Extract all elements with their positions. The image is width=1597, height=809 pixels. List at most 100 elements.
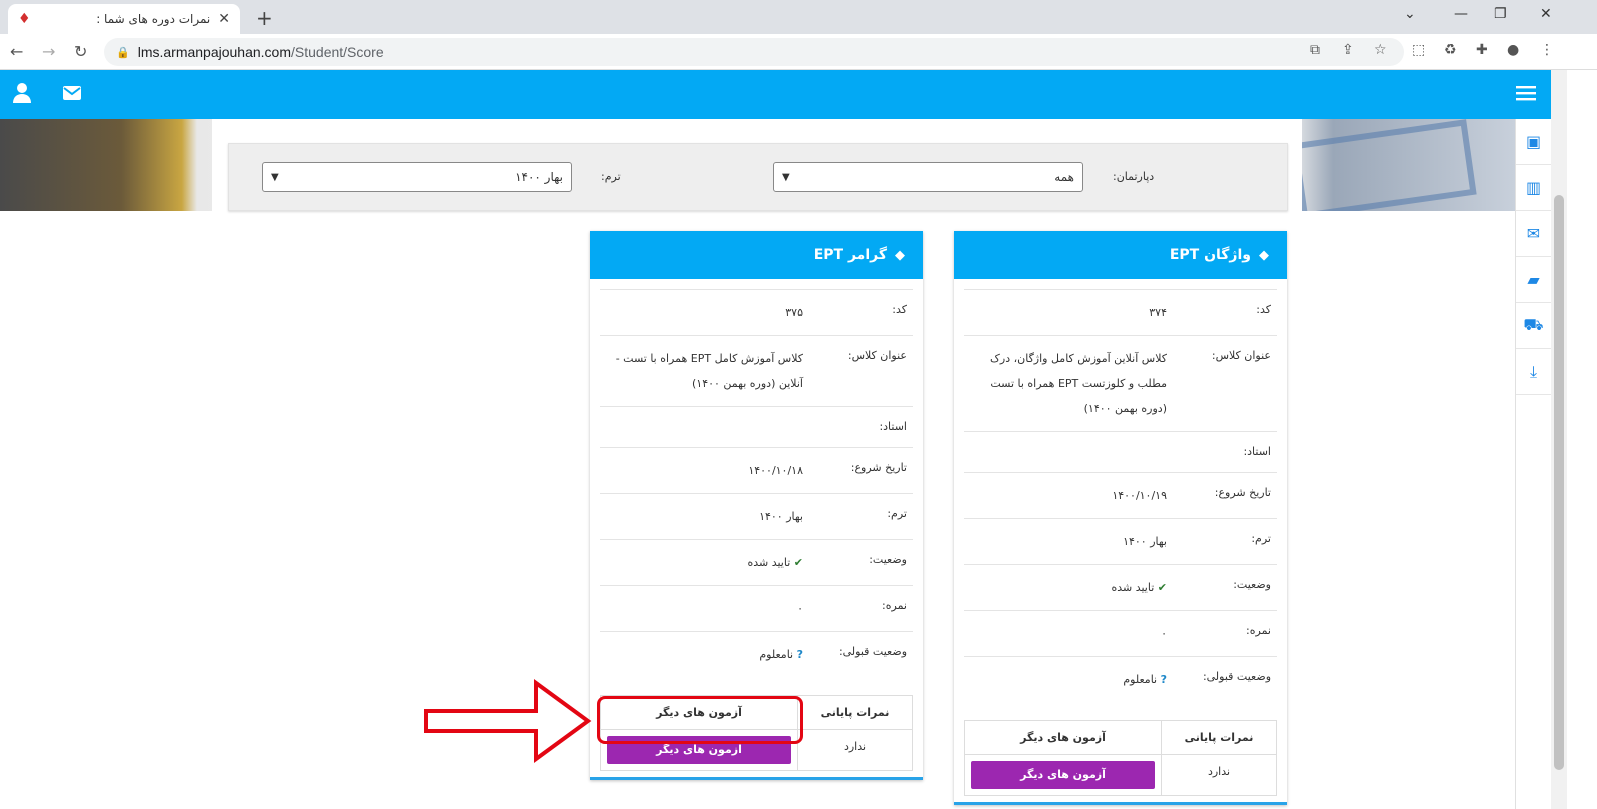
class-title-value: کلاس آنلاین آموزش کامل واژگان، درک مطلب … (990, 352, 1167, 415)
translate-icon[interactable]: ⧉ (1310, 42, 1320, 58)
app-header (0, 70, 1551, 119)
highlight-box (597, 696, 803, 744)
teacher-label: استاد: (879, 420, 907, 433)
back-icon[interactable]: ← (10, 42, 23, 61)
acceptance-row: وضعیت قبولی:? نامعلوم (600, 631, 913, 677)
other-exams-header: آزمون های دیگر (1020, 731, 1106, 744)
score-value: ۰ (797, 602, 803, 615)
term-row: ترم: بهار ۱۴۰۰ (600, 493, 913, 539)
side-nav-money-icon[interactable]: ▣ (1516, 119, 1551, 165)
other-exams-button[interactable]: آزمون های دیگر (971, 761, 1155, 789)
acceptance-label: وضعیت قبولی: (838, 645, 907, 658)
scrollbar-thumb[interactable] (1554, 195, 1564, 770)
address-bar-row: ← → ↻ 🔒 lms.armanpajouhan.com/Student/Sc… (0, 34, 1597, 70)
class-title-row: عنوان کلاس: کلاس آموزش کامل EPT همراه با … (600, 335, 913, 406)
start-date-row: تاریخ شروع: ۱۴۰۰/۱۰/۱۸ (600, 447, 913, 493)
term-row: ترم: بهار ۱۴۰۰ (964, 518, 1277, 564)
reload-icon[interactable]: ↻ (74, 42, 87, 61)
minimize-icon[interactable]: — (1454, 6, 1468, 22)
term-value: بهار ۱۴۰۰ (1123, 535, 1167, 548)
status-value: تایید شده (1111, 581, 1155, 594)
page-scrollbar[interactable] (1551, 70, 1567, 809)
final-scores-header: نمرات پایانی (797, 696, 912, 729)
score-value: ۰ (1161, 627, 1167, 640)
mail-icon[interactable] (62, 82, 82, 106)
url-path: /Student/Score (291, 44, 384, 60)
extension-icon[interactable]: ⬚ (1412, 42, 1425, 58)
side-nav-download-icon[interactable]: ⤓ (1516, 349, 1551, 395)
department-label: دپارتمان: (1113, 170, 1155, 183)
status-label: وضعیت: (1233, 578, 1271, 591)
puzzle-icon[interactable]: ✚ (1476, 42, 1488, 58)
teacher-row: استاد: (600, 406, 913, 447)
menu-dots-icon[interactable]: ⋮ (1540, 42, 1554, 58)
score-row: نمره: ۰ (964, 610, 1277, 656)
results-table: نمرات پایانی آزمون های دیگر ندارد آزمون ها… (964, 720, 1277, 796)
chevron-down-icon: ▼ (782, 171, 790, 183)
status-row: وضعیت: ✔ تایید شده (600, 539, 913, 585)
forward-icon[interactable]: → (42, 42, 55, 61)
code-label: کد: (1256, 303, 1271, 316)
final-scores-value: ندارد (1161, 755, 1276, 795)
start-date-label: تاریخ شروع: (1214, 486, 1271, 499)
code-row: کد: ۳۷۵ (600, 289, 913, 335)
teacher-row: استاد: (964, 431, 1277, 472)
graduation-cap-icon: ◆ (895, 247, 905, 263)
recycle-icon[interactable]: ♻ (1444, 42, 1457, 58)
code-value: ۳۷۵ (785, 306, 803, 319)
browser-tab[interactable]: ♦ نمرات دوره های شما : ✕ (8, 4, 240, 34)
hamburger-menu-icon[interactable] (1516, 82, 1536, 106)
new-tab-icon[interactable]: + (256, 6, 273, 30)
favicon-icon: ♦ (18, 11, 31, 27)
check-icon: ✔ (793, 556, 803, 569)
stamp-graphic (1290, 119, 1481, 211)
side-nav-chart-icon[interactable]: ▥ (1516, 165, 1551, 211)
question-icon: ? (1160, 673, 1167, 686)
start-date-row: تاریخ شروع: ۱۴۰۰/۱۰/۱۹ (964, 472, 1277, 518)
url-host: lms.armanpajouhan.com (137, 44, 291, 60)
side-nav-chat-icon[interactable]: ▰ (1516, 257, 1551, 303)
url-field[interactable]: 🔒 lms.armanpajouhan.com/Student/Score (104, 38, 1404, 66)
acceptance-row: وضعیت قبولی:? نامعلوم (964, 656, 1277, 702)
status-value: تایید شده (747, 556, 791, 569)
user-icon[interactable] (12, 82, 32, 109)
pointer-arrow-graphic (424, 679, 592, 763)
teacher-label: استاد: (1243, 445, 1271, 458)
term-label: ترم: (1251, 532, 1271, 545)
class-title-value: کلاس آموزش کامل EPT همراه با تست - آنلای… (615, 352, 803, 390)
department-value: همه (1054, 170, 1074, 184)
term-select[interactable]: بهار ۱۴۰۰ ▼ (262, 162, 572, 192)
close-tab-icon[interactable]: ✕ (218, 11, 230, 27)
restore-icon[interactable]: ❐ (1494, 6, 1507, 22)
tab-title: نمرات دوره های شما : (96, 12, 211, 26)
score-row: نمره: ۰ (600, 585, 913, 631)
share-icon[interactable]: ⇪ (1342, 42, 1354, 58)
teacher-value (600, 417, 823, 437)
browser-tab-strip: ♦ نمرات دوره های شما : ✕ + ⌄ — ❐ ✕ (0, 0, 1597, 34)
card-title: واژگان EPT (1169, 247, 1251, 263)
class-title-label: عنوان کلاس: (1211, 349, 1271, 362)
code-row: کد: ۳۷۴ (964, 289, 1277, 335)
status-row: وضعیت: ✔ تایید شده (964, 564, 1277, 610)
teacher-value (964, 442, 1187, 462)
start-date-label: تاریخ شروع: (850, 461, 907, 474)
profile-icon[interactable]: ● (1507, 42, 1519, 58)
side-nav-cart-icon[interactable]: ⛟ (1516, 303, 1551, 349)
close-window-icon[interactable]: ✕ (1540, 6, 1552, 22)
class-title-row: عنوان کلاس: کلاس آنلاین آموزش کامل واژگان… (964, 335, 1277, 431)
term-label: ترم: (601, 170, 621, 183)
start-date-value: ۱۴۰۰/۱۰/۱۹ (1112, 489, 1167, 502)
card-header: ◆ گرامر EPT (590, 231, 923, 279)
acceptance-value: نامعلوم (1123, 673, 1158, 686)
card-title: گرامر EPT (813, 247, 887, 263)
side-nav-mail-icon[interactable]: ✉ (1516, 211, 1551, 257)
question-icon: ? (796, 648, 803, 661)
status-label: وضعیت: (869, 553, 907, 566)
lock-icon: 🔒 (116, 45, 130, 59)
tab-search-icon[interactable]: ⌄ (1404, 6, 1416, 22)
chevron-down-icon: ▼ (271, 171, 279, 183)
department-select[interactable]: همه ▼ (773, 162, 1083, 192)
course-card-vocabulary: ◆ واژگان EPT کد: ۳۷۴ عنوان کلاس: کلاس آنلا… (954, 231, 1287, 805)
bookmark-star-icon[interactable]: ☆ (1374, 42, 1387, 58)
card-header: ◆ واژگان EPT (954, 231, 1287, 279)
